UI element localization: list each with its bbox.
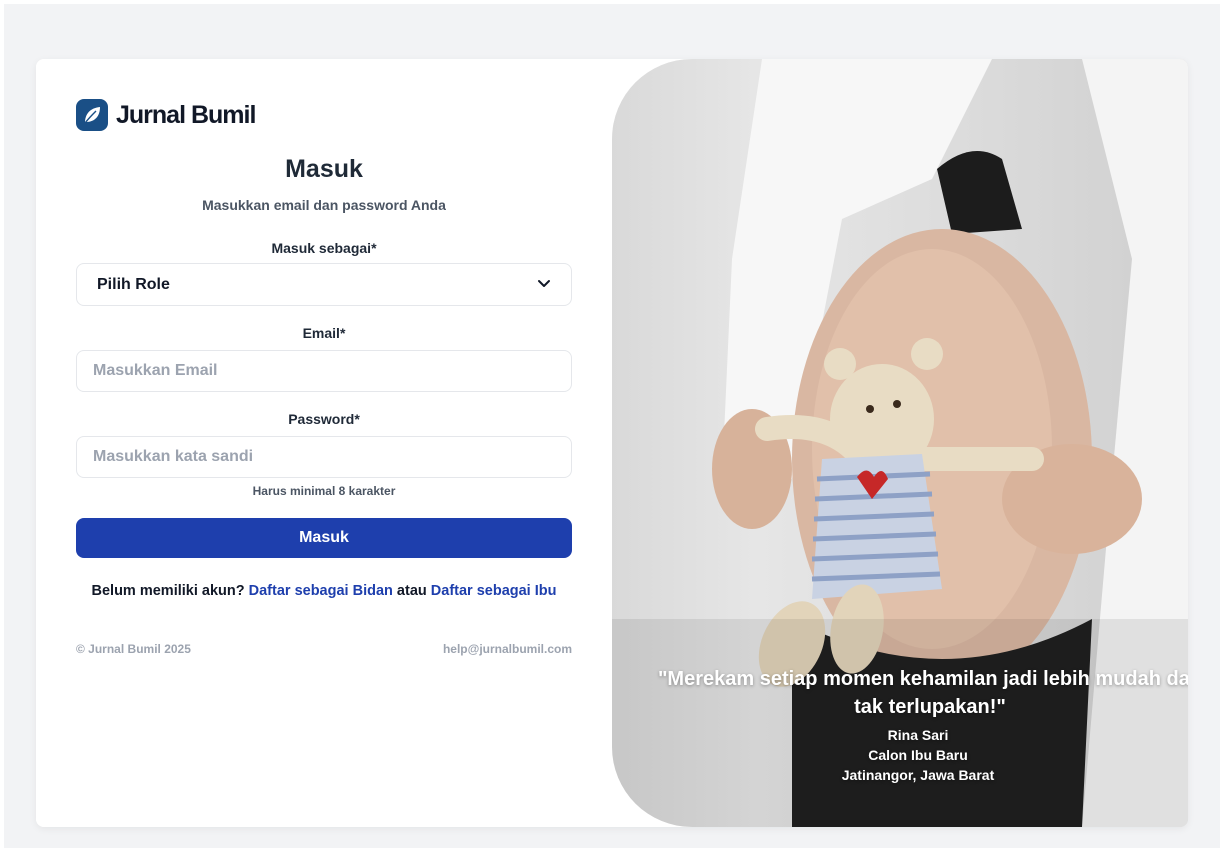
testimonial-quote-line1: "Merekam setiap momen kehamilan jadi leb… bbox=[657, 668, 1188, 690]
page-subtitle: Masukkan email dan password Anda bbox=[202, 197, 446, 213]
signup-prompt: Belum memiliki akun? bbox=[91, 583, 245, 599]
leaf-icon bbox=[76, 99, 108, 131]
email-field[interactable] bbox=[76, 350, 572, 392]
chevron-down-icon bbox=[537, 276, 551, 294]
page-title: Masuk bbox=[285, 155, 363, 183]
testimonial-role: Calon Ibu Baru bbox=[868, 747, 968, 763]
password-hint: Harus minimal 8 karakter bbox=[252, 484, 396, 498]
password-label: Password* bbox=[288, 411, 360, 427]
role-label: Masuk sebagai* bbox=[271, 240, 377, 256]
login-card: Jurnal Bumil Masuk Masukkan email dan pa… bbox=[36, 59, 1188, 827]
login-form-panel: Jurnal Bumil Masuk Masukkan email dan pa… bbox=[36, 59, 612, 827]
login-button[interactable]: Masuk bbox=[76, 518, 572, 558]
testimonial-name: Rina Sari bbox=[887, 727, 949, 743]
footer-copyright: © Jurnal Bumil 2025 bbox=[76, 642, 191, 656]
email-label: Email* bbox=[302, 325, 346, 341]
register-ibu-link[interactable]: Daftar sebagai Ibu bbox=[431, 583, 557, 599]
signup-prompt-row: Belum memiliki akun? Daftar sebagai Bida… bbox=[76, 583, 572, 599]
brand-name: Jurnal Bumil bbox=[116, 100, 256, 129]
role-select[interactable]: Pilih Role bbox=[76, 263, 572, 306]
hero-image-panel: "Merekam setiap momen kehamilan jadi leb… bbox=[612, 59, 1188, 827]
role-select-value: Pilih Role bbox=[97, 275, 170, 293]
testimonial-location: Jatinangor, Jawa Barat bbox=[841, 767, 995, 783]
register-bidan-link[interactable]: Daftar sebagai Bidan bbox=[249, 583, 393, 599]
footer-email[interactable]: help@jurnalbumil.com bbox=[443, 642, 572, 656]
signup-separator: atau bbox=[396, 583, 427, 599]
testimonial-quote-line2: tak terlupakan!" bbox=[854, 696, 1006, 718]
testimonial-quote: "Merekam setiap momen kehamilan jadi leb… bbox=[642, 665, 1188, 721]
password-field[interactable] bbox=[76, 436, 572, 478]
brand-logo[interactable]: Jurnal Bumil bbox=[76, 99, 256, 131]
